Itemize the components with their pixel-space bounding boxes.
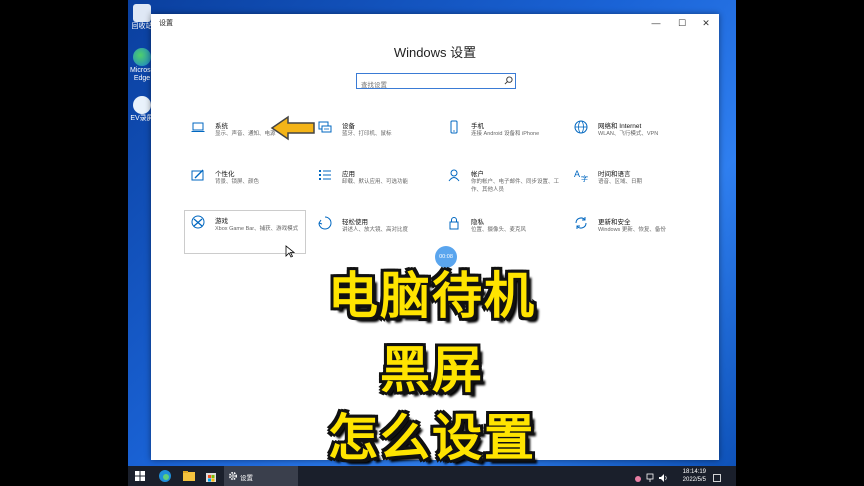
store-icon[interactable] [204, 469, 218, 483]
tile-title: 时间和语言 [598, 171, 631, 178]
network-icon[interactable] [646, 471, 654, 485]
laptop-icon [191, 122, 205, 132]
tile-accounts[interactable]: 帐户 你的帐户、电子邮件、同步设置、工作、其他人员 [441, 164, 561, 204]
minimize-button[interactable]: — [645, 16, 667, 30]
search-input[interactable] [357, 79, 501, 92]
tile-title: 系统 [215, 123, 228, 130]
taskbar: 设置 18:14:19 2022/5/5 [128, 466, 736, 486]
ease-of-access-icon [318, 216, 332, 230]
apps-list-icon [319, 170, 331, 180]
tile-description: Windows 更新、恢复、备份 [598, 227, 666, 233]
tile-description: 连接 Android 设备和 iPhone [471, 131, 540, 137]
tile-update-security[interactable]: 更新和安全 Windows 更新、恢复、备份 [568, 212, 688, 252]
title-bar[interactable]: 设置 — ☐ ✕ [151, 14, 719, 32]
tile-privacy[interactable]: 隐私 位置、摄像头、麦克风 [441, 212, 561, 252]
tile-description: 背景、锁屏、颜色 [215, 179, 260, 185]
phone-icon [450, 120, 458, 134]
overlay-caption-line-1: 电脑待机 [328, 267, 536, 325]
person-icon [448, 169, 460, 182]
overlay-caption-line-3: 怎么设置 [328, 409, 536, 467]
file-explorer-icon[interactable] [182, 469, 196, 483]
tile-title: 帐户 [471, 171, 484, 178]
language-icon: A 字 [574, 169, 588, 182]
tile-time-language[interactable]: A 字 时间和语言 语音、区域、日期 [568, 164, 688, 204]
lock-icon [449, 217, 459, 230]
tile-title: 手机 [471, 123, 484, 130]
svg-text:A: A [574, 169, 580, 179]
taskbar-settings-label: 设置 [240, 475, 253, 482]
tile-ease-of-access[interactable]: 轻松使用 讲述人、放大镜、高对比度 [312, 212, 432, 252]
tile-description: WLAN、飞行模式、VPN [598, 131, 659, 137]
tile-title: 应用 [342, 171, 355, 178]
pointer-arrow-annotation [270, 115, 315, 141]
tile-title: 个性化 [215, 171, 235, 178]
tile-personalization[interactable]: 个性化 背景、锁屏、颜色 [185, 164, 305, 204]
tile-description: 位置、摄像头、麦克风 [471, 227, 527, 233]
tile-devices[interactable]: 设备 蓝牙、打印机、鼠标 [312, 116, 432, 156]
overlay-caption-line-2: 黑屏 [380, 341, 484, 399]
tile-title: 设备 [342, 123, 355, 130]
page-title: Windows 设置 [393, 45, 477, 60]
tile-title: 轻松使用 [342, 219, 368, 226]
tile-apps[interactable]: 应用 卸载、默认应用、可选功能 [312, 164, 432, 204]
globe-icon [574, 120, 588, 134]
tray-clock[interactable]: 18:14:19 2022/5/5 [683, 468, 706, 484]
tile-description: Xbox Game Bar、捕获、游戏模式 [215, 226, 299, 232]
clock-date: 2022/5/5 [682, 477, 706, 483]
keyboard-icon [318, 121, 332, 133]
svg-text:字: 字 [581, 174, 588, 182]
window-title: 设置 [159, 20, 173, 27]
tile-title: 隐私 [471, 219, 484, 226]
flower-tray-icon[interactable] [634, 472, 642, 486]
taskbar-settings-button[interactable]: 设置 [224, 466, 298, 486]
tile-description: 卸载、默认应用、可选功能 [342, 179, 409, 185]
desktop-icon-label: 回收站 [131, 23, 153, 30]
start-windows-icon[interactable] [134, 469, 146, 483]
tile-description: 讲述人、放大镜、高对比度 [342, 227, 409, 233]
xbox-icon [191, 215, 205, 229]
clock-time: 18:14:19 [682, 469, 706, 475]
tile-description: 蓝牙、打印机、鼠标 [342, 131, 392, 137]
tile-phone[interactable]: 手机 连接 Android 设备和 iPhone [441, 116, 561, 156]
tile-network[interactable]: 网络和 Internet WLAN、飞行模式、VPN [568, 116, 688, 156]
paintbrush-icon [191, 169, 204, 181]
volume-icon[interactable] [658, 471, 668, 485]
tile-title: 网络和 Internet [598, 123, 642, 130]
search-box[interactable] [356, 73, 516, 92]
gear-icon [228, 471, 238, 481]
sync-icon [575, 217, 587, 229]
edge-browser-icon[interactable] [158, 469, 172, 483]
close-button[interactable]: ✕ [695, 16, 717, 30]
tile-title: 游戏 [215, 218, 228, 225]
notification-icon[interactable] [712, 471, 722, 485]
maximize-button[interactable]: ☐ [671, 16, 693, 30]
tile-description: 语音、区域、日期 [598, 179, 643, 185]
search-icon[interactable] [504, 76, 513, 85]
tile-description: 你的帐户、电子邮件、同步设置、工作、其他人员 [471, 179, 560, 193]
tile-title: 更新和安全 [598, 219, 631, 226]
